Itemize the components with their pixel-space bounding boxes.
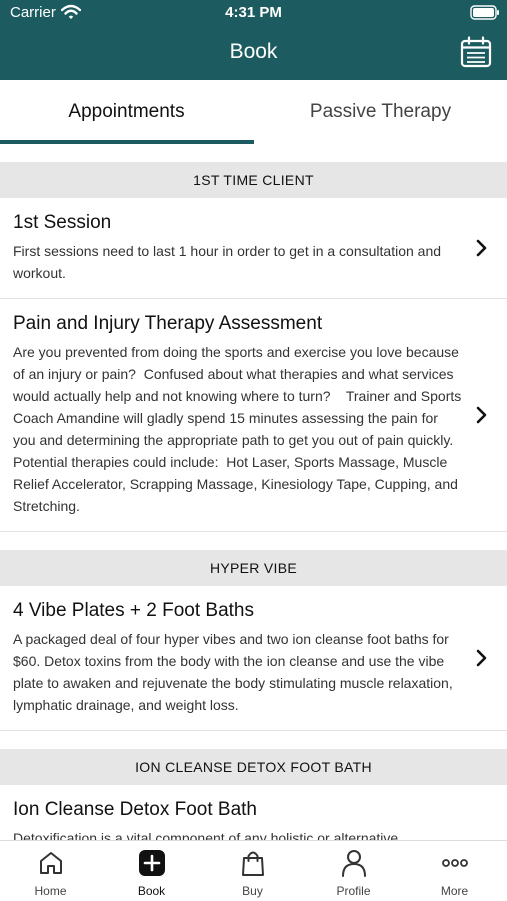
tab-bar-more[interactable]: More: [404, 841, 505, 901]
page-title: Book: [229, 40, 278, 63]
list-item-1st-session[interactable]: 1st Session First sessions need to last …: [0, 198, 507, 299]
calendar-icon: [460, 36, 492, 68]
item-description: First sessions need to last 1 hour in or…: [13, 243, 445, 281]
tab-bar-profile[interactable]: Profile: [303, 841, 404, 901]
chevron-right-icon: [476, 649, 487, 667]
item-description: Detoxification is a vital component of a…: [13, 830, 399, 840]
tab-bar-home[interactable]: Home: [0, 841, 101, 901]
section-header-first-time-client: 1ST TIME CLIENT: [0, 162, 507, 198]
status-bar: Carrier 4:31 PM: [0, 0, 507, 26]
list-item-vibe-plates-foot-baths[interactable]: 4 Vibe Plates + 2 Foot Baths A packaged …: [0, 586, 507, 731]
tab-bar-label: Home: [34, 884, 67, 898]
tab-bar-label: Buy: [242, 884, 263, 898]
item-title: 4 Vibe Plates + 2 Foot Baths: [13, 600, 254, 621]
chevron-right-icon: [476, 239, 487, 257]
item-description: A packaged deal of four hyper vibes and …: [13, 631, 457, 713]
list-item-pain-injury-assessment[interactable]: Pain and Injury Therapy Assessment Are y…: [0, 299, 507, 532]
section-header-ion-cleanse: ION CLEANSE DETOX FOOT BATH: [0, 749, 507, 785]
tab-bar-label: Book: [137, 884, 166, 898]
tab-bar-label: More: [440, 884, 469, 898]
tab-passive-therapy[interactable]: Passive Therapy: [254, 80, 507, 144]
tab-bar-book[interactable]: Book: [101, 841, 202, 901]
tab-bar-buy[interactable]: Buy: [202, 841, 303, 901]
item-title: Ion Cleanse Detox Foot Bath: [13, 799, 257, 820]
bottom-tab-bar: Home Book Buy Profile More: [0, 840, 507, 901]
calendar-button[interactable]: [459, 35, 493, 69]
ellipsis-icon: [441, 859, 468, 867]
nav-bar: Book: [0, 26, 507, 80]
item-title: Pain and Injury Therapy Assessment: [13, 313, 323, 334]
shopping-bag-icon: [241, 851, 264, 876]
tab-switcher: Appointments Passive Therapy: [0, 80, 507, 144]
plus-square-icon: [138, 850, 165, 876]
section-header-hyper-vibe: HYPER VIBE: [0, 550, 507, 586]
person-icon: [341, 850, 366, 877]
item-title: 1st Session: [13, 212, 112, 233]
list-spacer: [0, 532, 507, 550]
list-spacer: [0, 144, 507, 162]
battery-icon: [470, 5, 500, 25]
clock-time: 4:31 PM: [225, 4, 282, 21]
service-list[interactable]: 1ST TIME CLIENT 1st Session First sessio…: [0, 144, 507, 840]
tab-appointments[interactable]: Appointments: [0, 80, 253, 144]
list-item-ion-cleanse-foot-bath[interactable]: Ion Cleanse Detox Foot Bath Detoxificati…: [0, 785, 507, 840]
list-spacer: [0, 731, 507, 749]
tab-bar-label: Profile: [336, 884, 371, 898]
chevron-right-icon: [476, 406, 487, 424]
home-icon: [39, 852, 62, 874]
item-description: Are you prevented from doing the sports …: [13, 344, 473, 514]
